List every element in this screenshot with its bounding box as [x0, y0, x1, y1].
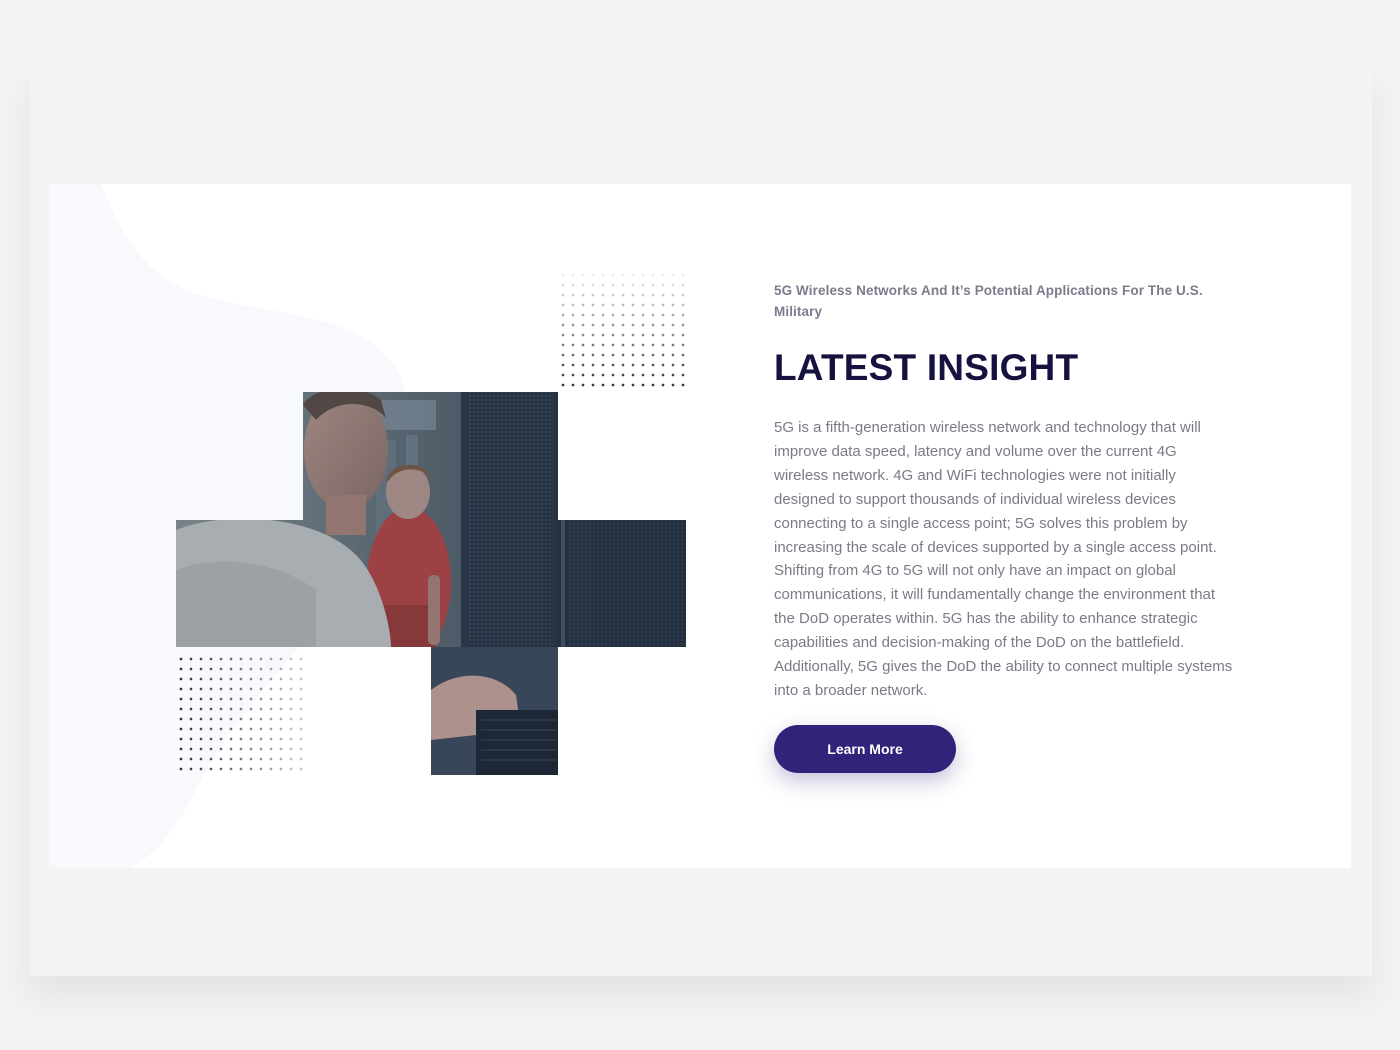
- insight-text-column: 5G Wireless Networks And It’s Potential …: [774, 280, 1234, 703]
- article-summary: 5G is a fifth-generation wireless networ…: [774, 419, 1233, 699]
- insight-image-collage: [176, 270, 686, 776]
- article-headline: 5G Wireless Networks And It’s Potential …: [774, 283, 1203, 319]
- insight-card: 5G Wireless Networks And It’s Potential …: [49, 184, 1351, 868]
- learn-more-button[interactable]: Learn More: [774, 725, 956, 773]
- server-room-photo: [176, 392, 686, 775]
- section-title: LATEST INSIGHT: [774, 347, 1079, 388]
